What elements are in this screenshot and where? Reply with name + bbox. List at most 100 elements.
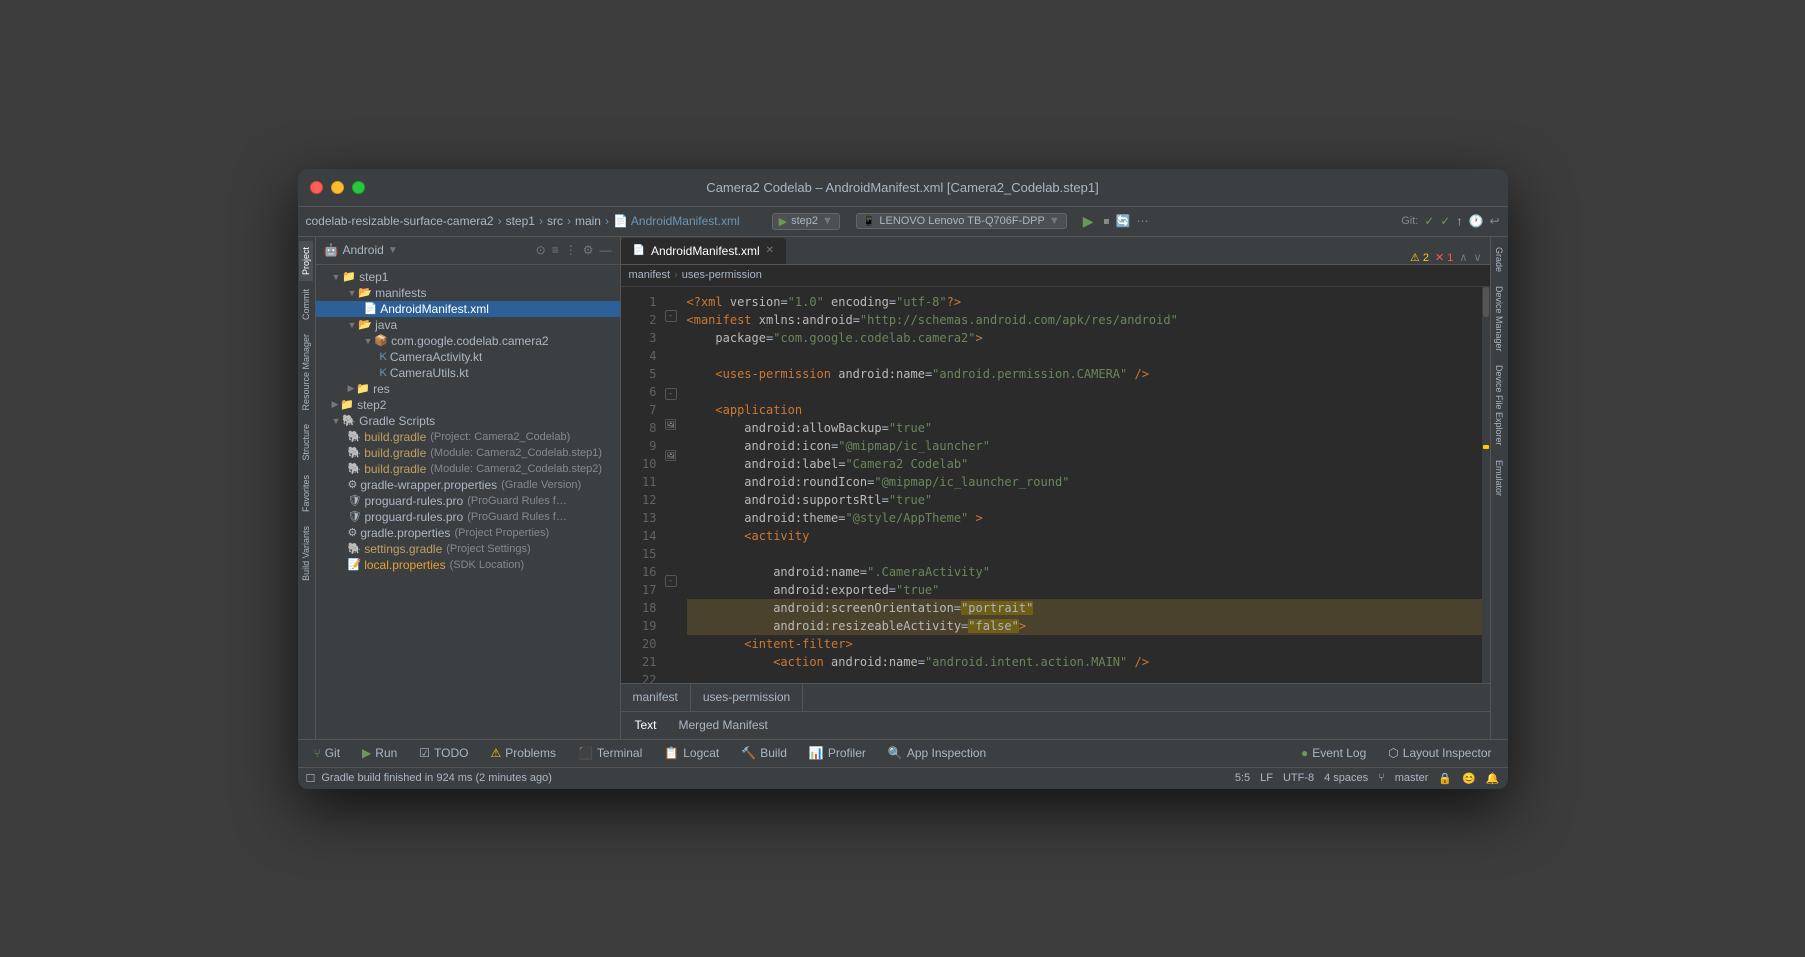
tree-item-manifests[interactable]: ▼ 📂 manifests [316, 285, 620, 301]
fold-line7[interactable]: - [665, 388, 677, 400]
layout-inspector-icon: ⬡ [1388, 746, 1398, 760]
editor-scrollbar[interactable] [1482, 287, 1490, 683]
tree-item-build-gradle-step1[interactable]: 🐘 build.gradle (Module: Camera2_Codelab.… [316, 445, 620, 461]
build-bottom-tab[interactable]: 🔨 Build [731, 744, 797, 762]
tree-item-camerautils[interactable]: K CameraUtils.kt [316, 365, 620, 381]
filter-icon[interactable]: ⋮ [565, 243, 577, 257]
tree-item-settings-gradle[interactable]: 🐘 settings.gradle (Project Settings) [316, 541, 620, 557]
run-button[interactable]: ▶ [1083, 213, 1094, 230]
properties-icon-2: ⚙ [348, 526, 358, 539]
breadcrumb-item-1[interactable]: codelab-resizable-surface-camera2 [306, 214, 494, 228]
problems-bottom-tab[interactable]: ⚠ Problems [481, 744, 566, 762]
app-inspection-bottom-tab[interactable]: 🔍 App Inspection [878, 744, 996, 762]
error-count: ✕ 1 [1435, 251, 1453, 264]
code-line-16: android:name=".CameraActivity" [687, 563, 1482, 581]
editor-tab-androidmanifest[interactable]: 📄 AndroidManifest.xml ✕ [621, 238, 787, 264]
face-icon[interactable]: 😊 [1462, 772, 1476, 785]
run-bottom-tab[interactable]: ▶ Run [352, 744, 407, 762]
tree-item-package[interactable]: ▼ 📦 com.google.codelab.camera2 [316, 333, 620, 349]
settings-icon[interactable]: ⚙ [583, 243, 594, 257]
encoding[interactable]: UTF-8 [1283, 772, 1314, 784]
device-manager-tab[interactable]: Device Manager [1492, 280, 1506, 358]
breadcrumb-item-5[interactable]: 📄AndroidManifest.xml [613, 214, 740, 228]
dropdown-icon[interactable]: ▼ [388, 245, 398, 256]
tree-item-gradle-properties[interactable]: ⚙ gradle.properties (Project Properties) [316, 525, 620, 541]
tree-item-androidmanifest[interactable]: 📄 AndroidManifest.xml [316, 301, 620, 317]
tree-item-proguard-1[interactable]: 🛡 proguard-rules.pro (ProGuard Rules for… [316, 493, 620, 509]
merged-manifest-tab[interactable]: Merged Manifest [669, 716, 778, 734]
resource-manager-tab[interactable]: Resource Manager [299, 328, 313, 417]
branch-name[interactable]: master [1395, 772, 1429, 784]
history-icon[interactable]: 🕐 [1468, 214, 1483, 228]
build-variants-tab[interactable]: Build Variants [299, 520, 313, 587]
text-tab[interactable]: Text [625, 716, 667, 734]
maximize-button[interactable] [352, 181, 365, 194]
fold-line19[interactable]: - [665, 575, 677, 587]
breadcrumb-item-2[interactable]: step1 [506, 214, 535, 228]
package-icon: 📦 [374, 334, 388, 347]
tree-item-proguard-2[interactable]: 🛡 proguard-rules.pro (ProGuard Rules for… [316, 509, 620, 525]
breadcrumb-uses-permission[interactable]: uses-permission [682, 269, 762, 281]
cursor-position[interactable]: 5:5 [1235, 772, 1250, 784]
device-selector[interactable]: 📱 LENOVO Lenovo TB-Q706F-DPP ▼ [856, 213, 1067, 229]
terminal-bottom-tab[interactable]: ⬛ Terminal [568, 744, 652, 762]
tree-item-local-properties[interactable]: 📝 local.properties (SDK Location) [316, 557, 620, 573]
favorites-tab[interactable]: Favorites [299, 469, 313, 518]
tree-item-gradle-wrapper[interactable]: ⚙ gradle-wrapper.properties (Gradle Vers… [316, 477, 620, 493]
gradle-icon-1: 🐘 [348, 430, 362, 443]
sync-icon[interactable]: 🔄 [1116, 214, 1131, 229]
grade-tab[interactable]: Grade [1492, 241, 1506, 278]
nav-up-icon[interactable]: ∧ [1459, 251, 1467, 264]
code-line-22 [687, 671, 1482, 683]
sort-icon[interactable]: ≡ [552, 243, 559, 257]
nav-down-icon[interactable]: ∨ [1473, 251, 1481, 264]
code-line-5: <uses-permission android:name="android.p… [687, 365, 1482, 383]
commit-tab[interactable]: Commit [299, 283, 313, 326]
git-check-icon: ✓ [1424, 214, 1434, 228]
tree-item-cameraactivity[interactable]: K CameraActivity.kt [316, 349, 620, 365]
tree-item-build-gradle-step2[interactable]: 🐘 build.gradle (Module: Camera2_Codelab.… [316, 461, 620, 477]
breadcrumb-manifest[interactable]: manifest [629, 269, 671, 281]
tree-item-java[interactable]: ▼ 📂 java [316, 317, 620, 333]
git-push-icon[interactable]: ↑ [1456, 214, 1462, 228]
minimize-button[interactable] [331, 181, 344, 194]
layout-inspector-tab[interactable]: ⬡ Layout Inspector [1378, 744, 1501, 762]
line-ending[interactable]: LF [1260, 772, 1273, 784]
notification-icon[interactable]: 🔔 [1486, 772, 1500, 785]
breadcrumb-tab-uses-permission[interactable]: uses-permission [691, 683, 803, 711]
minimize-panel-icon[interactable]: — [600, 243, 612, 257]
profiler-bottom-tab[interactable]: 📊 Profiler [799, 744, 876, 762]
kt2-icon: K [380, 367, 387, 379]
git-bottom-tab[interactable]: ⑂ Git [304, 744, 351, 762]
structure-tab[interactable]: Structure [299, 418, 313, 467]
more-icon[interactable]: ⋯ [1137, 214, 1149, 229]
step-selector[interactable]: ▶ step2 ▼ [772, 213, 840, 230]
project-tab[interactable]: Project [299, 241, 313, 281]
breadcrumb-item-3[interactable]: src [547, 214, 563, 228]
todo-bottom-tab[interactable]: ☑ TODO [409, 744, 478, 762]
gradle-folder-icon: 🐘 [342, 414, 356, 427]
close-button[interactable] [310, 181, 323, 194]
scope-icon[interactable]: ⊙ [536, 243, 546, 257]
stop-icon[interactable]: ⏹ [1104, 214, 1110, 229]
code-content[interactable]: <?xml version="1.0" encoding="utf-8"?> <… [681, 287, 1482, 683]
local-icon: 📝 [348, 558, 362, 571]
device-file-explorer-tab[interactable]: Device File Explorer [1492, 359, 1506, 452]
indent-info[interactable]: 4 spaces [1324, 772, 1368, 784]
tree-item-res[interactable]: ▶ 📁 res [316, 381, 620, 397]
tree-item-step1[interactable]: ▼ 📁 step1 [316, 269, 620, 285]
warning-count: ⚠ 2 [1410, 251, 1429, 264]
undo-icon[interactable]: ↩ [1489, 214, 1499, 228]
emulator-tab[interactable]: Emulator [1492, 454, 1506, 502]
manifests-folder-icon: 📂 [358, 286, 372, 299]
logcat-bottom-tab[interactable]: 📋 Logcat [654, 744, 729, 762]
fold-line2[interactable]: - [665, 310, 677, 322]
tree-item-gradle-scripts[interactable]: ▼ 🐘 Gradle Scripts [316, 413, 620, 429]
breadcrumb-item-4[interactable]: main [575, 214, 601, 228]
java-folder-icon: 📂 [358, 318, 372, 331]
tree-item-build-gradle-project[interactable]: 🐘 build.gradle (Project: Camera2_Codelab… [316, 429, 620, 445]
event-log-tab[interactable]: ● Event Log [1291, 744, 1376, 762]
tab-close-icon[interactable]: ✕ [766, 245, 774, 256]
breadcrumb-tab-manifest[interactable]: manifest [621, 683, 691, 711]
tree-item-step2[interactable]: ▶ 📁 step2 [316, 397, 620, 413]
